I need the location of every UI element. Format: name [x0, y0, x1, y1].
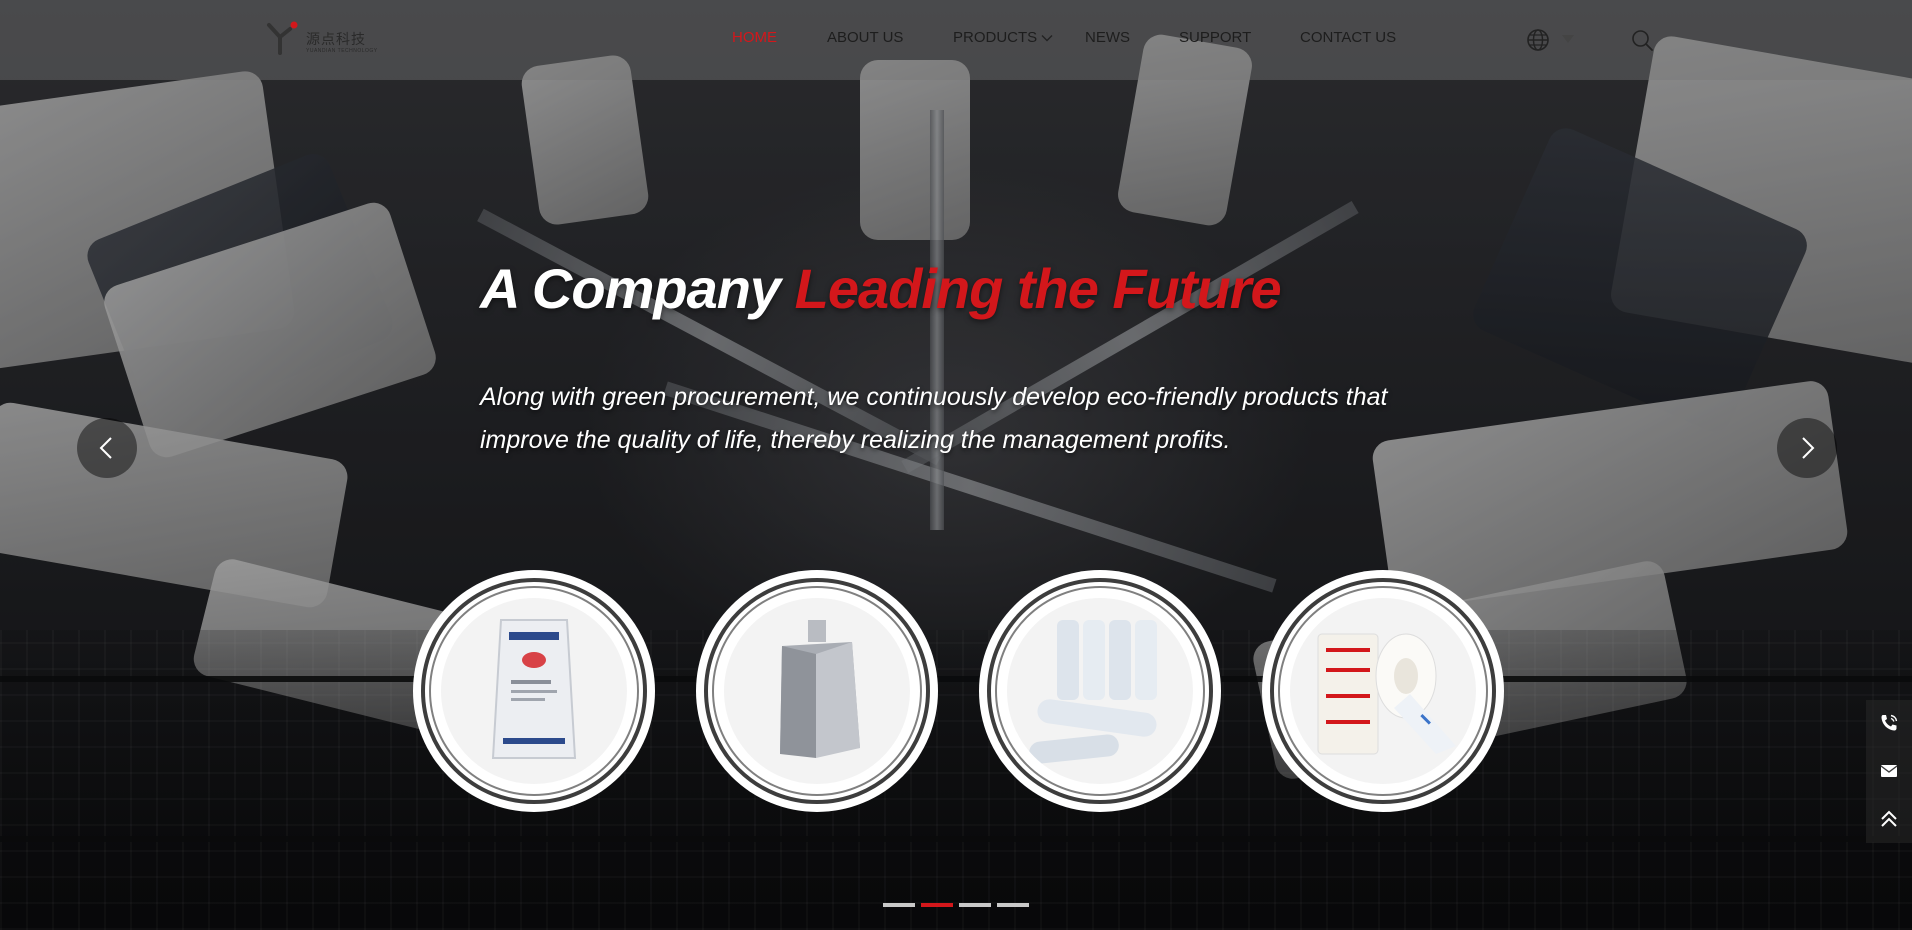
logo-mark-icon [267, 21, 298, 55]
carousel-dot-3[interactable] [959, 903, 991, 907]
search-icon[interactable] [1630, 28, 1654, 52]
nav-support[interactable]: SUPPORT [1179, 29, 1251, 46]
side-phone-button[interactable] [1866, 700, 1912, 747]
hero-overlay [0, 0, 1912, 930]
language-selector[interactable] [1526, 27, 1578, 53]
subtext-line-1: Along with green procurement, we continu… [480, 383, 1388, 411]
product-image-frame [1007, 598, 1193, 784]
site-header: 源点科技 YUANDIAN TECHNOLOGY HOME ABOUT US P… [0, 0, 1912, 80]
carousel-prev-button[interactable] [77, 418, 137, 478]
logo-text-en: YUANDIAN TECHNOLOGY [306, 48, 378, 54]
printed-label-rolls-icon [1317, 633, 1456, 755]
product-image-frame [1290, 598, 1476, 784]
chevron-right-icon [1802, 437, 1815, 459]
caret-down-icon [1562, 35, 1574, 43]
subtext-line-2: improve the quality of life, thereby rea… [480, 426, 1231, 454]
carousel-dot-4[interactable] [997, 903, 1029, 907]
nav-home[interactable]: HOME [732, 29, 777, 46]
resin-bag-icon [491, 619, 577, 759]
globe-icon [1527, 29, 1549, 51]
back-to-top-icon [1881, 810, 1897, 827]
product-card-bulk-bag[interactable] [696, 570, 938, 812]
mail-icon [1880, 765, 1898, 777]
phone-icon [1881, 714, 1898, 731]
headline-red: Leading the Future [794, 257, 1282, 320]
nav-products[interactable]: PRODUCTS [953, 29, 1037, 46]
carousel-dot-1[interactable] [883, 903, 915, 907]
carousel-dot-2[interactable] [921, 903, 953, 907]
product-card-label-rolls[interactable] [1262, 570, 1504, 812]
nav-contact-us[interactable]: CONTACT US [1300, 29, 1396, 46]
chevron-down-icon[interactable] [1041, 32, 1053, 44]
back-to-top-button[interactable] [1866, 796, 1912, 843]
product-card-resin-bag[interactable] [413, 570, 655, 812]
chevron-left-icon [99, 437, 112, 459]
logo-text-cn: 源点科技 [306, 32, 366, 48]
nav-about-us[interactable]: ABOUT US [827, 29, 903, 46]
hero-headline: A Company Leading the Future [480, 256, 1282, 321]
aluminum-bulk-bag-icon [780, 620, 860, 758]
product-image-frame [441, 598, 627, 784]
product-card-stretch-film[interactable] [979, 570, 1221, 812]
product-image-frame [724, 598, 910, 784]
hero-subtext: Along with green procurement, we continu… [480, 376, 1460, 462]
side-mail-button[interactable] [1866, 748, 1912, 795]
carousel-next-button[interactable] [1777, 418, 1837, 478]
stretch-film-rolls-icon [1029, 620, 1157, 764]
side-contact-bar [1866, 700, 1912, 843]
headline-white: A Company [480, 257, 781, 320]
hero-banner [0, 0, 1912, 930]
nav-news[interactable]: NEWS [1085, 29, 1130, 46]
logo[interactable]: 源点科技 YUANDIAN TECHNOLOGY [266, 17, 378, 59]
